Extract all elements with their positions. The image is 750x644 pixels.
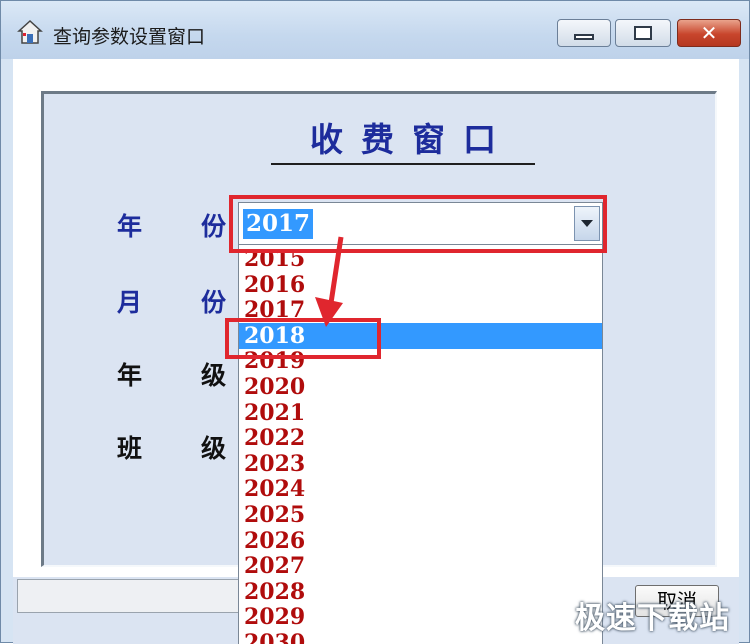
close-button[interactable]: ✕ [677,19,741,47]
year-dropdown-list[interactable]: 2015 2016 2017 2018 2019 2020 2021 2022 2023 2024… [238,245,603,644]
dropdown-option[interactable]: 2023 [239,451,602,477]
annotation-box-combo [229,195,607,253]
close-icon: ✕ [700,21,718,45]
window-title: 查询参数设置窗口 [53,26,206,48]
dropdown-option[interactable]: 2029 [239,604,602,630]
maximize-button[interactable] [615,19,671,47]
minimize-button[interactable] [557,19,611,47]
minimize-icon [574,34,594,40]
house-icon [17,19,43,44]
page-title: 收费窗口 [310,120,514,159]
title-bar[interactable]: 查询参数设置窗口 ✕ [1,1,749,59]
dropdown-option[interactable]: 2024 [239,476,602,502]
dropdown-option[interactable]: 2022 [239,425,602,451]
dropdown-option[interactable]: 2030 [239,630,602,644]
title-underline [271,163,535,165]
query-params-window: 查询参数设置窗口 ✕ 收费窗口 年份 月份 年级 班级 取消 2017 2015… [0,0,750,644]
maximize-icon [634,26,652,40]
dropdown-option[interactable]: 2016 [239,272,602,298]
dropdown-option[interactable]: 2027 [239,553,602,579]
dropdown-option[interactable]: 2028 [239,579,602,605]
dropdown-option[interactable]: 2025 [239,502,602,528]
watermark-text: 极速下载站 [575,601,730,636]
annotation-arrow-icon [315,236,344,327]
dropdown-option[interactable]: 2026 [239,528,602,554]
dropdown-option[interactable]: 2021 [239,400,602,426]
dropdown-option[interactable]: 2020 [239,374,602,400]
